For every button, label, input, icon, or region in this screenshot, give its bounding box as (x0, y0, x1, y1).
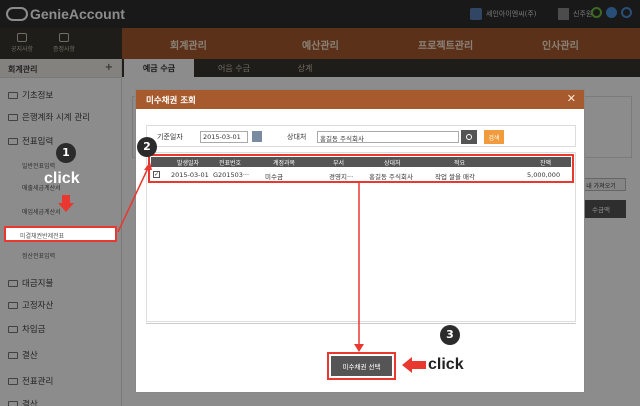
search-icon[interactable] (461, 130, 477, 144)
customer-label: 상대처 (287, 133, 307, 141)
calendar-icon[interactable] (252, 131, 262, 142)
step-badge-2: 2 (137, 137, 157, 157)
click-label-3: click (428, 356, 464, 373)
customer-input[interactable]: 홍길동 주식회사 (317, 131, 459, 143)
dialog-header: 미수채권 조회 ✕ (136, 90, 584, 109)
grid-footer-line (146, 323, 576, 324)
dialog-title: 미수채권 조회 (146, 96, 196, 106)
close-icon[interactable]: ✕ (567, 92, 576, 105)
search-button[interactable]: 검색 (484, 130, 504, 144)
row-highlight (148, 154, 574, 183)
date-label: 기준일자 (157, 133, 183, 141)
receivable-dialog: 미수채권 조회 ✕ 기준일자 2015-03-01 상대처 홍길동 주식회사 검… (135, 89, 585, 393)
date-input[interactable]: 2015-03-01 (200, 131, 248, 143)
click-label-1: click (44, 170, 80, 187)
step-badge-1: 1 (56, 143, 76, 163)
step-badge-3: 3 (440, 325, 460, 345)
select-receivable-button[interactable]: 미수채권 선택 (331, 356, 392, 376)
sidebar-sub-unpaid-receivable[interactable]: 미결채권반제전표 (4, 226, 117, 242)
search-row: 기준일자 2015-03-01 상대처 홍길동 주식회사 검색 (146, 125, 576, 147)
